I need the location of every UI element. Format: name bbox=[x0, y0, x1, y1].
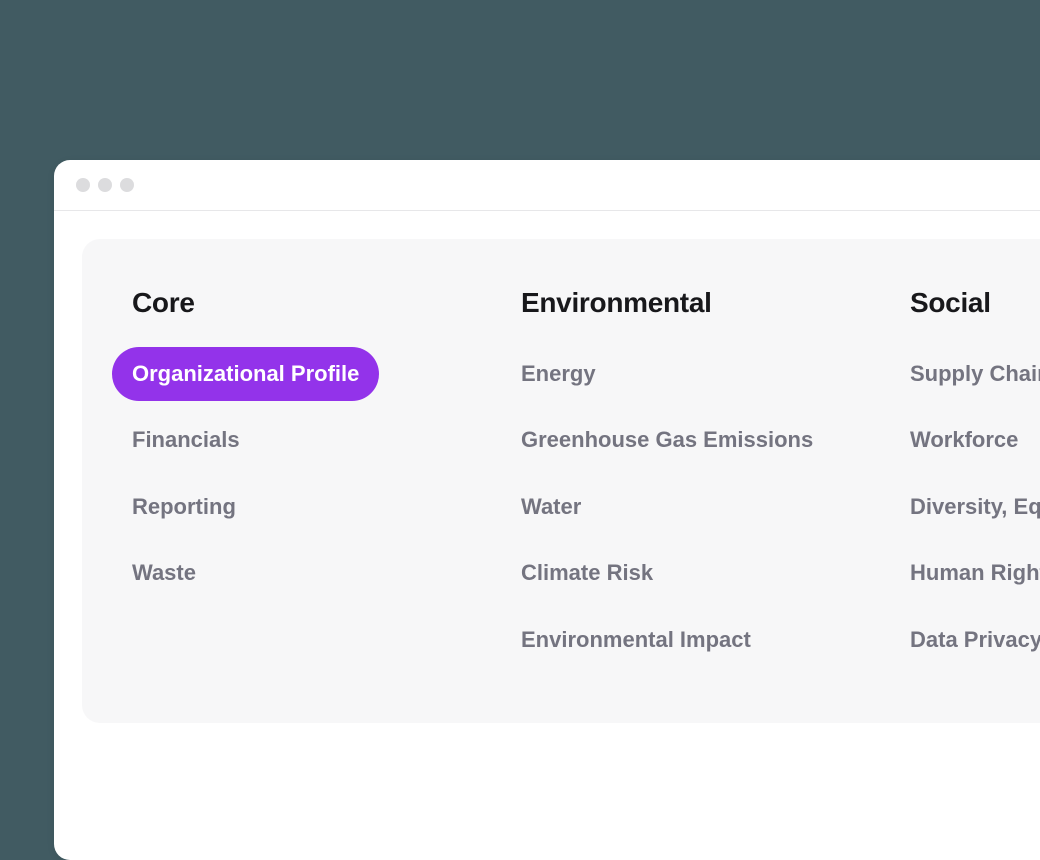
menu-items-environmental: Energy Greenhouse Gas Emissions Water Cl… bbox=[501, 347, 866, 667]
browser-chrome bbox=[54, 160, 1040, 211]
column-core: Core Organizational Profile Financials R… bbox=[112, 287, 477, 667]
menu-item-greenhouse-gas-emissions[interactable]: Greenhouse Gas Emissions bbox=[501, 413, 833, 467]
traffic-light-maximize[interactable] bbox=[120, 178, 134, 192]
menu-items-social: Supply Chain Workforce Diversity, Equity… bbox=[890, 347, 1040, 667]
column-heading-environmental: Environmental bbox=[501, 287, 866, 319]
categories-card: Core Organizational Profile Financials R… bbox=[82, 239, 1040, 723]
menu-item-organizational-profile[interactable]: Organizational Profile bbox=[112, 347, 379, 401]
menu-item-financials[interactable]: Financials bbox=[112, 413, 260, 467]
column-social: Social Supply Chain Workforce Diversity,… bbox=[890, 287, 1040, 667]
menu-item-energy[interactable]: Energy bbox=[501, 347, 616, 401]
column-heading-social: Social bbox=[890, 287, 1040, 319]
menu-items-core: Organizational Profile Financials Report… bbox=[112, 347, 477, 601]
menu-item-water[interactable]: Water bbox=[501, 480, 601, 534]
menu-item-climate-risk[interactable]: Climate Risk bbox=[501, 546, 673, 600]
browser-window: Core Organizational Profile Financials R… bbox=[54, 160, 1040, 860]
menu-item-data-privacy[interactable]: Data Privacy bbox=[890, 613, 1040, 667]
menu-item-waste[interactable]: Waste bbox=[112, 546, 216, 600]
menu-item-human-rights[interactable]: Human Rights bbox=[890, 546, 1040, 600]
menu-item-reporting[interactable]: Reporting bbox=[112, 480, 256, 534]
column-environmental: Environmental Energy Greenhouse Gas Emis… bbox=[501, 287, 866, 667]
traffic-light-close[interactable] bbox=[76, 178, 90, 192]
column-heading-core: Core bbox=[112, 287, 477, 319]
menu-item-supply-chain[interactable]: Supply Chain bbox=[890, 347, 1040, 401]
traffic-light-minimize[interactable] bbox=[98, 178, 112, 192]
content-area: Core Organizational Profile Financials R… bbox=[54, 211, 1040, 751]
menu-item-diversity-equity[interactable]: Diversity, Equity bbox=[890, 480, 1040, 534]
menu-item-environmental-impact[interactable]: Environmental Impact bbox=[501, 613, 771, 667]
menu-item-workforce[interactable]: Workforce bbox=[890, 413, 1038, 467]
